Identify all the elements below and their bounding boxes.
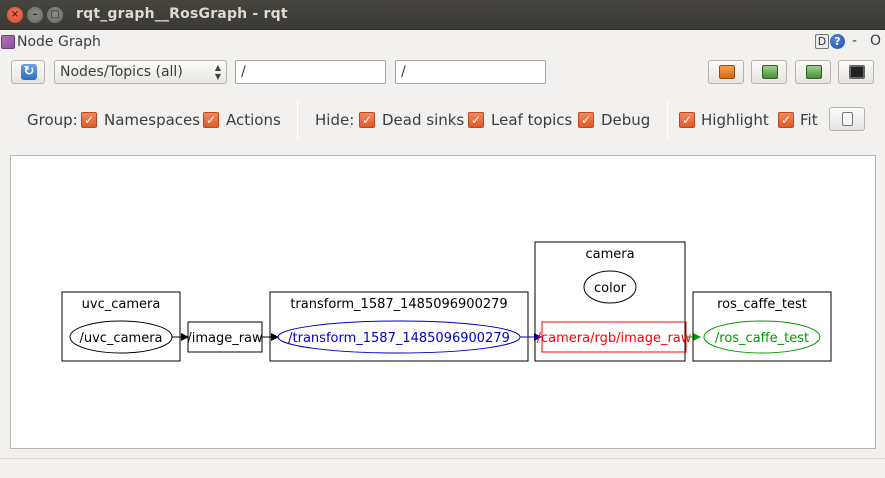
debug-label[interactable]: Debug [601,111,650,129]
window-minimize-button[interactable]: – [27,7,43,23]
node-label-color[interactable]: color [594,281,627,296]
namespace-label-camera: camera [585,247,634,262]
window-titlebar: × – □ rqt_graph__RosGraph - rqt [0,0,885,30]
dock-title: Node Graph [17,34,101,50]
refresh-button[interactable]: ↻ [11,60,45,84]
node-label-ros-caffe-test[interactable]: /ros_caffe_test [715,331,809,346]
hide-label: Hide: [315,111,355,129]
debug-checkbox[interactable]: ✓ [578,112,594,128]
topic-label-camera-rgb-image-raw[interactable]: /camera/rgb/image_raw [537,331,692,346]
namespace-label-uvc-camera: uvc_camera [82,297,161,312]
highlight-checkbox[interactable]: ✓ [679,112,695,128]
status-bar [0,458,885,478]
save-image-button[interactable] [838,60,874,84]
dock-d-button[interactable]: D [815,34,829,49]
dead-sinks-label[interactable]: Dead sinks [382,111,464,129]
fit-checkbox[interactable]: ✓ [778,112,794,128]
refresh-icon: ↻ [21,64,37,80]
leaf-topics-label[interactable]: Leaf topics [491,111,572,129]
save-svg-button[interactable] [795,60,831,84]
dead-sinks-checkbox[interactable]: ✓ [359,112,375,128]
fit-view-icon [842,112,853,126]
load-dot-button[interactable] [708,60,744,84]
dock-header: Node Graph D ? - O [0,31,885,53]
graph-canvas[interactable]: uvc_camera /uvc_camera /image_raw transf… [10,155,876,449]
screenshot-icon [849,65,865,79]
actions-label[interactable]: Actions [226,111,281,129]
window-title: rqt_graph__RosGraph - rqt [76,6,288,22]
options-separator [667,100,668,140]
help-icon[interactable]: ? [830,34,845,49]
node-graph-plugin-icon [1,35,15,49]
dock-minimize-button[interactable]: - [852,33,857,49]
ros-graph: uvc_camera /uvc_camera /image_raw transf… [61,241,832,362]
view-mode-select[interactable]: Nodes/Topics (all) ▲ ▼ [54,60,227,84]
exclude-filter-input[interactable] [395,60,546,84]
include-filter-input[interactable] [235,60,386,84]
topic-label-image-raw[interactable]: /image_raw [187,331,263,346]
window-maximize-button[interactable]: □ [47,7,63,23]
dock-options-button[interactable]: O [870,33,881,49]
save-dot-button[interactable] [751,60,787,84]
view-mode-value: Nodes/Topics (all) [60,64,183,80]
node-label-transform[interactable]: /transform_1587_1485096900279 [288,331,510,346]
updown-arrow-icon: ▲ ▼ [214,63,221,81]
leaf-topics-checkbox[interactable]: ✓ [468,112,484,128]
namespace-label-transform: transform_1587_1485096900279 [290,297,507,312]
window-close-button[interactable]: × [7,7,23,23]
save-image-icon [806,65,822,79]
save-image-icon [762,65,778,79]
fit-in-view-button[interactable] [829,107,865,131]
highlight-label[interactable]: Highlight [701,111,769,129]
folder-open-icon [719,65,735,79]
fit-label[interactable]: Fit [800,111,818,129]
node-label-uvc-camera[interactable]: /uvc_camera [79,331,162,346]
options-separator [297,100,298,140]
namespace-label-ros-caffe-test: ros_caffe_test [717,297,807,312]
group-label: Group: [27,111,78,129]
namespaces-label[interactable]: Namespaces [104,111,200,129]
namespaces-checkbox[interactable]: ✓ [81,112,97,128]
actions-checkbox[interactable]: ✓ [203,112,219,128]
